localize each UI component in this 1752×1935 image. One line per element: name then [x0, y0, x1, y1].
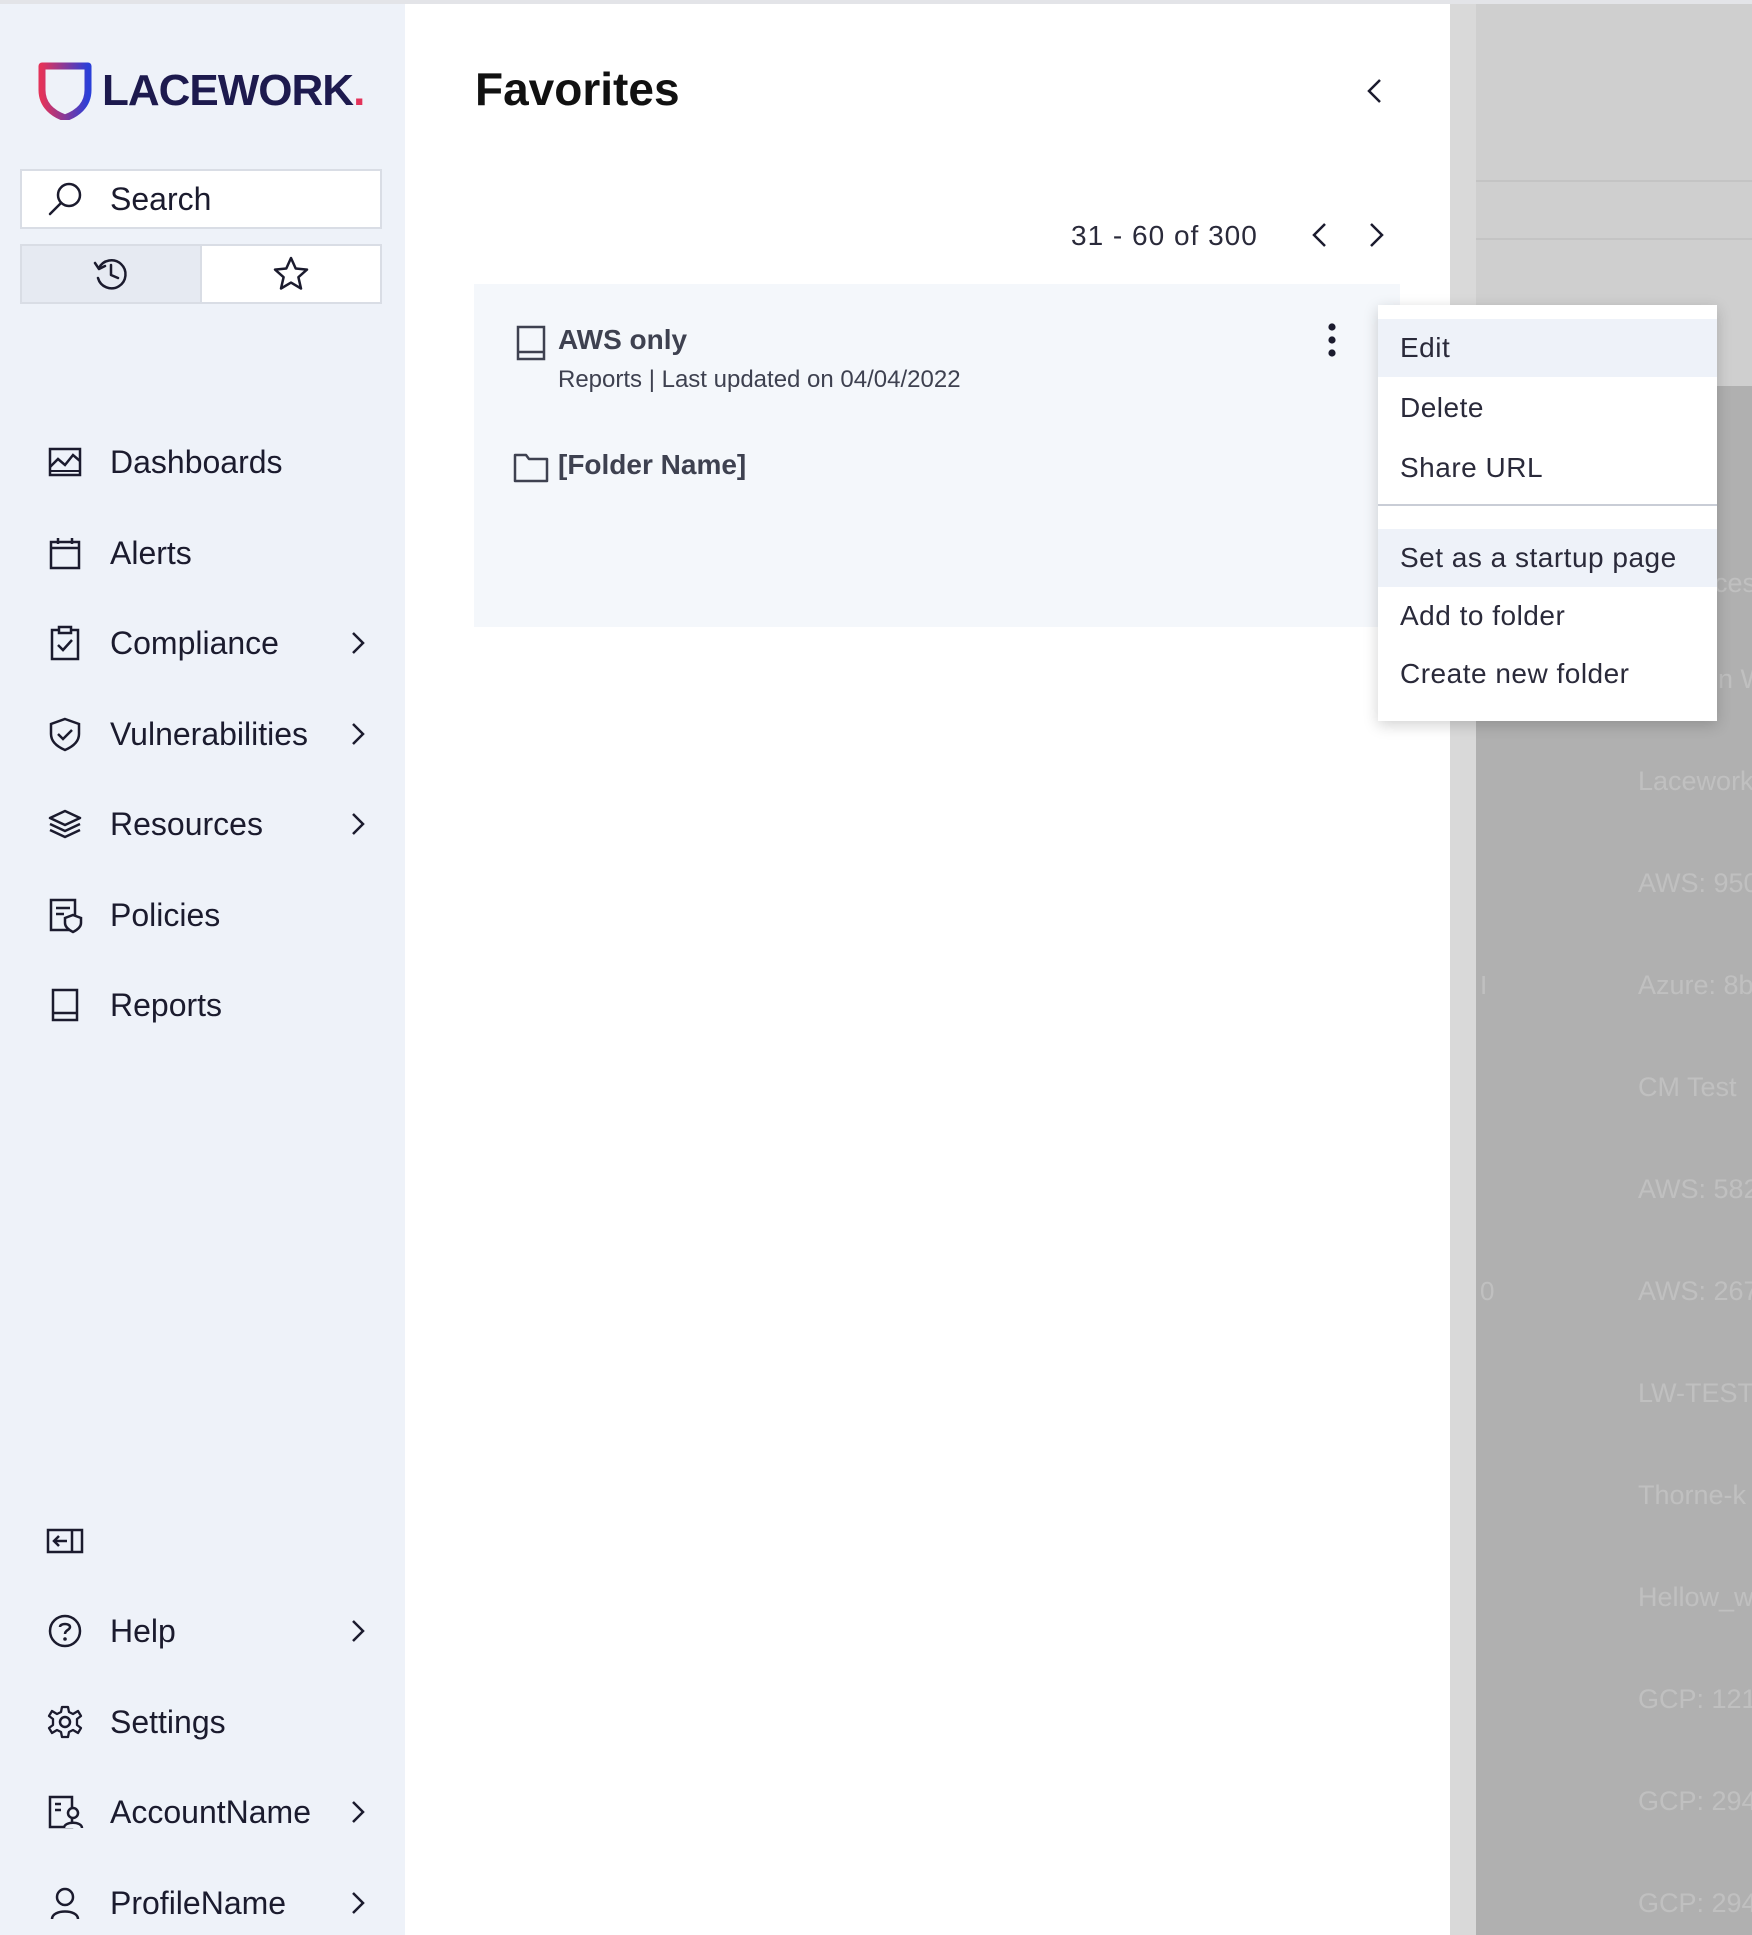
background-text: n W	[1718, 664, 1752, 694]
background-text: Azure: 8b	[1638, 970, 1752, 1000]
nav-label: AccountName	[110, 1793, 311, 1830]
nav-label: Alerts	[110, 534, 192, 571]
recent-favorites-toggle	[20, 244, 382, 304]
next-page-button[interactable]	[1359, 218, 1393, 252]
nav-label: Vulnerabilities	[110, 715, 309, 752]
dashboard-icon	[44, 441, 86, 483]
nav-help[interactable]: Help	[44, 1601, 384, 1661]
nav-reports[interactable]: Reports	[44, 975, 384, 1035]
context-menu: Edit Delete Share URL Set as a startup p…	[1378, 305, 1717, 721]
pagination-range: 31 - 60 of 300	[1071, 220, 1258, 251]
background-text: GCP: 121	[1638, 1684, 1752, 1714]
report-icon	[516, 325, 546, 361]
nav-policies[interactable]: Policies	[44, 885, 384, 945]
menu-item-add-to-folder[interactable]: Add to folder	[1378, 587, 1717, 645]
menu-item-create-folder[interactable]: Create new folder	[1378, 645, 1717, 703]
collapse-panel-button[interactable]	[1360, 76, 1390, 106]
chevron-right-icon	[352, 813, 365, 835]
chevron-right-icon	[352, 632, 365, 654]
nav-resources[interactable]: Resources	[44, 794, 384, 854]
nav-dashboards[interactable]: Dashboards	[44, 432, 384, 492]
nav-label: ProfileName	[110, 1884, 287, 1921]
background-text: Thorne-k	[1638, 1480, 1747, 1510]
lacework-logo[interactable]: LACEWORK.	[38, 60, 365, 122]
nav-label: Help	[110, 1612, 176, 1649]
star-icon	[273, 256, 309, 290]
favorites-list: AWS only Reports | Last updated on 04/04…	[474, 284, 1400, 627]
account-icon	[44, 1791, 86, 1833]
menu-item-set-startup-page[interactable]: Set as a startup page	[1378, 529, 1717, 587]
menu-item-share-url[interactable]: Share URL	[1378, 439, 1717, 497]
background-text: AWS: 267	[1638, 1276, 1752, 1306]
search-box[interactable]	[20, 169, 382, 229]
favorites-tab[interactable]	[202, 246, 380, 302]
background-text: I	[1480, 970, 1488, 1000]
brand-name: LACEWORK	[102, 66, 354, 115]
user-icon	[44, 1882, 86, 1924]
policy-icon	[44, 894, 86, 936]
divider	[1476, 238, 1752, 240]
nav-alerts[interactable]: Alerts	[44, 523, 384, 583]
sidebar: LACEWORK. Dashboards	[0, 0, 405, 1935]
more-options-icon[interactable]	[1323, 320, 1341, 360]
chevron-right-icon	[352, 723, 365, 745]
calendar-icon	[44, 532, 86, 574]
help-icon	[44, 1610, 86, 1652]
background-page: ces n W Lacework AWS: 950 Azure: 8b CM T…	[1476, 4, 1752, 1935]
search-input[interactable]	[110, 180, 370, 218]
chevron-right-icon	[352, 1892, 365, 1914]
collapse-sidebar-icon	[46, 1528, 84, 1554]
nav-settings[interactable]: Settings	[44, 1692, 384, 1752]
history-icon	[93, 259, 127, 290]
nav-vulnerabilities[interactable]: Vulnerabilities	[44, 704, 384, 764]
nav-account[interactable]: AccountName	[44, 1782, 384, 1842]
favorites-panel: Favorites 31 - 60 of 300 AWS only Report…	[405, 4, 1450, 1935]
background-text: CM Test	[1638, 1072, 1737, 1102]
layers-icon	[44, 803, 86, 845]
nav-label: Policies	[110, 896, 221, 933]
shield-check-icon	[44, 713, 86, 755]
collapse-sidebar-button[interactable]	[44, 1520, 86, 1562]
background-text: GCP: 294	[1638, 1786, 1752, 1816]
search-icon	[48, 182, 82, 216]
background-text: 0	[1480, 1276, 1495, 1306]
nav-compliance[interactable]: Compliance	[44, 613, 384, 673]
nav-label: Settings	[110, 1703, 226, 1740]
nav-profile[interactable]: ProfileName	[44, 1873, 384, 1933]
item-subtitle: Reports | Last updated on 04/04/2022	[558, 366, 961, 393]
nav-label: Reports	[110, 986, 223, 1023]
nav-label: Resources	[110, 805, 263, 842]
background-text: Hellow_w	[1638, 1582, 1752, 1612]
background-text: AWS: 950	[1638, 868, 1752, 898]
nav-label: Compliance	[110, 624, 279, 661]
lacework-shield-icon	[38, 62, 92, 120]
overlay-gutter	[1450, 4, 1476, 1935]
brand-dot: .	[353, 66, 366, 115]
top-divider	[0, 0, 1752, 4]
background-text: GCP: 294	[1638, 1888, 1752, 1918]
chevron-right-icon	[352, 1801, 365, 1823]
clipboard-check-icon	[44, 622, 86, 664]
folder-icon	[513, 453, 549, 483]
previous-page-button[interactable]	[1303, 218, 1337, 252]
report-icon	[44, 984, 86, 1026]
menu-divider	[1378, 504, 1717, 506]
item-title[interactable]: AWS only	[558, 324, 687, 356]
gear-icon	[44, 1701, 86, 1743]
background-text: LW-TEST	[1638, 1378, 1752, 1408]
background-text: AWS: 582	[1638, 1174, 1752, 1204]
page-title: Favorites	[475, 63, 680, 115]
folder-title[interactable]: [Folder Name]	[558, 449, 746, 481]
chevron-right-icon	[352, 1620, 365, 1642]
background-text: Lacework	[1638, 766, 1752, 796]
background-text: ces	[1714, 568, 1752, 598]
menu-item-delete[interactable]: Delete	[1378, 379, 1717, 437]
recent-tab[interactable]	[22, 246, 202, 302]
divider	[1476, 180, 1752, 182]
menu-item-edit[interactable]: Edit	[1378, 319, 1717, 377]
nav-label: Dashboards	[110, 443, 283, 480]
